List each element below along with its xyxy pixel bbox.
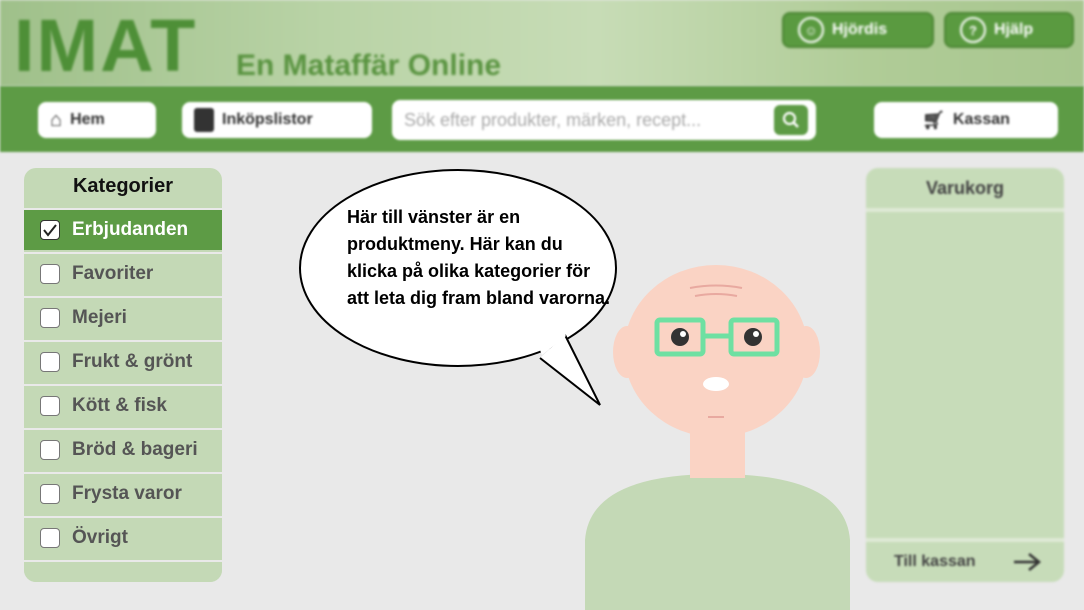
shopping-lists-label: Inköpslistor — [222, 111, 313, 128]
checkbox[interactable] — [40, 264, 60, 284]
shopping-lists-button[interactable]: Inköpslistor — [182, 102, 372, 138]
speech-bubble-text: Här till vänster är en produktmeny. Här … — [347, 207, 611, 308]
user-icon: ☺ — [798, 17, 824, 43]
category-item-brod-bageri[interactable]: Bröd & bageri — [24, 428, 222, 470]
arrow-right-icon — [1014, 553, 1042, 571]
category-item-frukt-gront[interactable]: Frukt & grönt — [24, 340, 222, 382]
to-checkout-label: Till kassan — [894, 553, 976, 570]
help-icon: ? — [960, 17, 986, 43]
checkbox[interactable] — [40, 396, 60, 416]
category-label: Erbjudanden — [72, 219, 189, 240]
category-label: Bröd & bageri — [72, 439, 198, 460]
user-account-label: Hjördis — [832, 21, 888, 38]
checkbox[interactable] — [40, 308, 60, 328]
home-button[interactable]: ⌂ Hem — [38, 102, 156, 138]
cart-title: Varukorg — [866, 168, 1064, 212]
clipboard-icon — [194, 108, 214, 132]
search-icon — [782, 111, 799, 128]
checkmark-icon — [43, 224, 57, 237]
site-logo[interactable]: IMAT — [14, 6, 197, 86]
user-account-button[interactable]: ☺ Hjördis — [782, 12, 934, 48]
category-item-erbjudanden[interactable]: Erbjudanden — [24, 208, 222, 250]
help-label: Hjälp — [994, 21, 1034, 38]
category-item-frysta-varor[interactable]: Frysta varor — [24, 472, 222, 514]
site-tagline: En Mataffär Online — [236, 49, 502, 82]
to-checkout-button[interactable]: Till kassan — [866, 538, 1064, 582]
checkout-nav-label: Kassan — [952, 111, 1010, 128]
home-icon: ⌂ — [50, 108, 63, 131]
checkbox[interactable] — [40, 484, 60, 504]
navigation-bar: ⌂ Hem Inköpslistor Sök efter produkter, … — [0, 86, 1084, 152]
category-label: Övrigt — [72, 527, 128, 548]
cart-icon: 🛒︎ — [922, 109, 945, 130]
help-button[interactable]: ? Hjälp — [944, 12, 1074, 48]
category-label: Mejeri — [72, 307, 127, 328]
category-item-ovrigt[interactable]: Övrigt — [24, 516, 222, 558]
category-sidebar: Kategorier Erbjudanden Favoriter Mejeri … — [24, 168, 222, 582]
search-field[interactable]: Sök efter produkter, märken, recept... — [392, 100, 816, 140]
guide-character — [585, 265, 850, 610]
category-label: Favoriter — [72, 263, 154, 284]
shopping-cart-panel: Varukorg Till kassan — [866, 168, 1064, 582]
checkbox-checked[interactable] — [40, 220, 60, 240]
sidebar-title: Kategorier — [72, 175, 174, 197]
checkout-nav-button[interactable]: 🛒︎ Kassan — [874, 102, 1058, 138]
search-button[interactable] — [774, 105, 808, 135]
category-label: Kött & fisk — [72, 395, 167, 416]
checkbox[interactable] — [40, 352, 60, 372]
category-item-mejeri[interactable]: Mejeri — [24, 296, 222, 338]
sidebar-spacer — [24, 560, 222, 582]
search-input[interactable]: Sök efter produkter, märken, recept... — [404, 110, 701, 131]
checkbox[interactable] — [40, 440, 60, 460]
site-header: IMAT En Mataffär Online ☺ Hjördis ? Hjäl… — [0, 0, 1084, 86]
home-label: Hem — [70, 111, 105, 128]
category-label: Frysta varor — [72, 483, 182, 504]
category-item-kott-fisk[interactable]: Kött & fisk — [24, 384, 222, 426]
category-item-favoriter[interactable]: Favoriter — [24, 252, 222, 294]
category-label: Frukt & grönt — [72, 351, 193, 372]
checkbox[interactable] — [40, 528, 60, 548]
